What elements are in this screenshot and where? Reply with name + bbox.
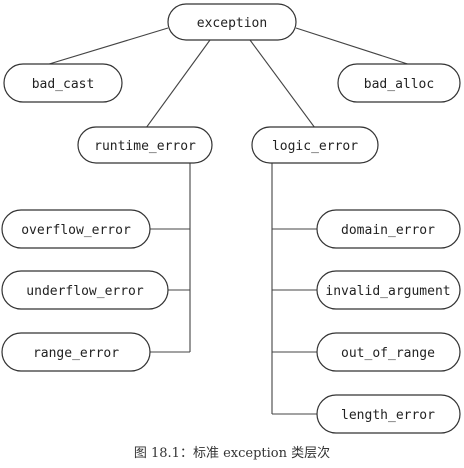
node-range-error-label: range_error xyxy=(33,346,119,361)
edge-exception-logic-error xyxy=(249,39,316,129)
node-length-error: length_error xyxy=(316,394,461,434)
node-out-of-range: out_of_range xyxy=(316,332,461,372)
node-bad-alloc-label: bad_alloc xyxy=(364,77,434,92)
node-invalid-argument-label: invalid_argument xyxy=(325,284,450,299)
node-overflow-error: overflow_error xyxy=(1,209,151,249)
node-underflow-error-label: underflow_error xyxy=(26,284,144,299)
node-exception: exception xyxy=(167,3,297,41)
exception-hierarchy-diagram: exception bad_cast bad_alloc runtime_err… xyxy=(1,3,461,434)
node-domain-error: domain_error xyxy=(316,209,461,249)
node-invalid-argument: invalid_argument xyxy=(316,270,461,310)
figure-caption: 图 18.1：标准 exception 类层次 xyxy=(133,446,331,461)
node-logic-error-label: logic_error xyxy=(272,139,358,154)
node-length-error-label: length_error xyxy=(341,408,435,423)
node-logic-error: logic_error xyxy=(251,126,379,164)
node-range-error: range_error xyxy=(1,332,151,372)
node-bad-cast: bad_cast xyxy=(3,63,123,103)
node-bad-cast-label: bad_cast xyxy=(32,77,95,92)
node-domain-error-label: domain_error xyxy=(341,223,435,238)
edge-exception-bad-cast xyxy=(35,27,169,69)
node-out-of-range-label: out_of_range xyxy=(341,346,435,361)
edge-exception-runtime-error xyxy=(145,39,211,129)
node-exception-label: exception xyxy=(197,16,267,31)
node-overflow-error-label: overflow_error xyxy=(21,223,131,238)
node-runtime-error: runtime_error xyxy=(77,126,213,164)
node-runtime-error-label: runtime_error xyxy=(94,139,196,154)
node-underflow-error: underflow_error xyxy=(1,270,169,310)
edge-exception-bad-alloc xyxy=(295,27,421,69)
node-bad-alloc: bad_alloc xyxy=(337,63,461,103)
